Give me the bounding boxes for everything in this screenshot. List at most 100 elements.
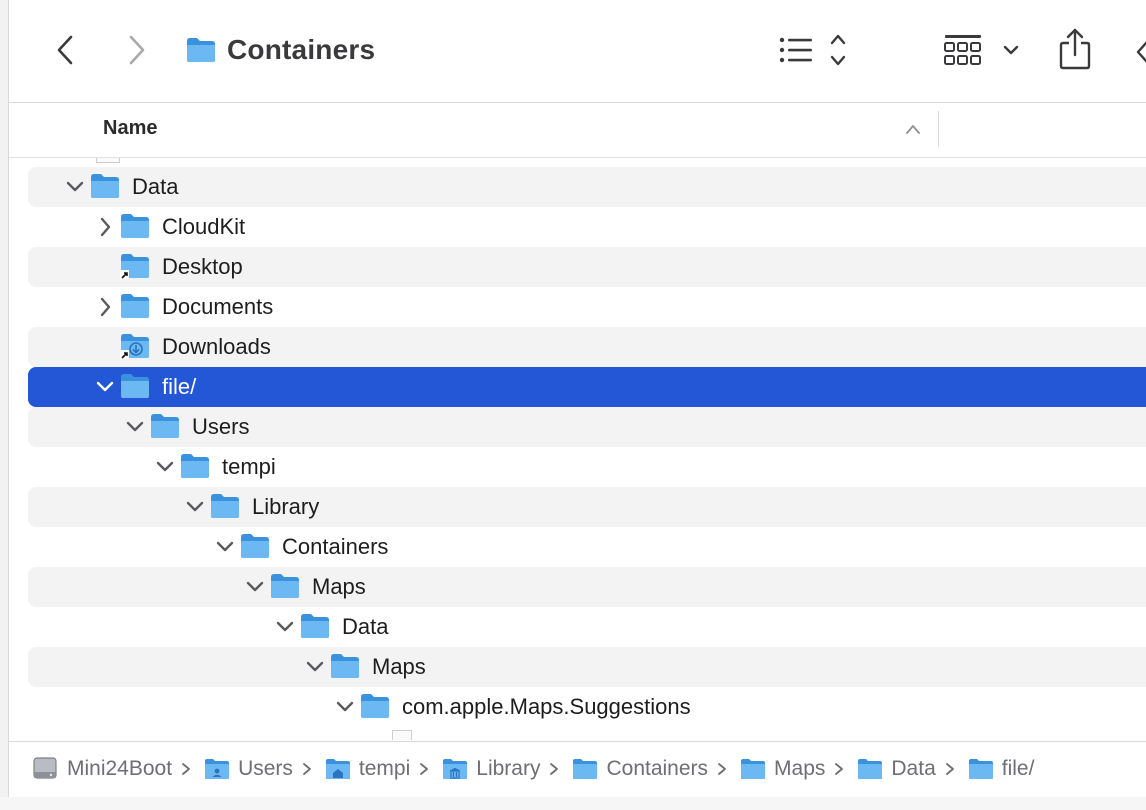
breadcrumb-separator-icon: [410, 762, 442, 776]
back-button[interactable]: [49, 30, 81, 70]
breadcrumb: Mini24Boot Users tempi Library Containers Map…: [31, 754, 1034, 784]
group-button[interactable]: [943, 28, 1023, 72]
folder-icon: [968, 758, 994, 780]
breadcrumb-separator-icon: [825, 762, 857, 776]
breadcrumb-item[interactable]: tempi: [325, 757, 410, 781]
disclosure-expanded-icon[interactable]: [276, 615, 294, 639]
folder-icon: [857, 758, 883, 780]
breadcrumb-item[interactable]: file/: [968, 757, 1035, 781]
tree-row-label: Data: [342, 614, 389, 639]
folder-icon: [360, 693, 390, 719]
toolbar: Containers: [9, 0, 1146, 103]
disclosure-expanded-icon[interactable]: [66, 175, 84, 199]
list-view-icon: [779, 34, 846, 66]
disclosure-expanded-icon[interactable]: [126, 415, 144, 439]
tree-row-label: Users: [192, 414, 250, 439]
disclosure-collapsed-icon[interactable]: [96, 215, 114, 239]
tree-row[interactable]: Maps: [28, 647, 1146, 687]
breadcrumb-separator-icon: [936, 762, 968, 776]
disclosure-expanded-icon[interactable]: [306, 655, 324, 679]
breadcrumb-label: Maps: [774, 757, 826, 780]
file-tree: Data CloudKit Desktop Documents Downloads fil…: [0, 158, 1146, 740]
tree-row-label: com.apple.Maps.Suggestions: [402, 694, 691, 719]
tree-row[interactable]: Users: [28, 407, 1146, 447]
breadcrumb-item[interactable]: Containers: [572, 757, 708, 781]
folder-alias-icon: [120, 253, 150, 279]
breadcrumb-separator-icon: [708, 762, 740, 776]
library-folder-icon: [442, 758, 468, 780]
tree-row-label: Downloads: [162, 334, 271, 359]
breadcrumb-label: Data: [891, 757, 936, 780]
tree-row[interactable]: CloudKit: [28, 207, 1146, 247]
tree-row[interactable]: Data: [28, 167, 1146, 207]
breadcrumb-separator-icon: [172, 762, 204, 776]
tree-row-label: Desktop: [162, 254, 243, 279]
breadcrumb-item[interactable]: Data: [857, 757, 936, 781]
toolbar-overflow-button[interactable]: [1127, 34, 1146, 70]
folder-icon: [270, 573, 300, 599]
tree-row-label: tempi: [222, 454, 276, 479]
share-button[interactable]: [1055, 24, 1095, 74]
tree-row[interactable]: Library: [28, 487, 1146, 527]
tree-row-label: CloudKit: [162, 214, 246, 239]
breadcrumb-label: Library: [476, 757, 541, 780]
partially-hidden-item: [392, 730, 412, 740]
path-bar: Mini24Boot Users tempi Library Containers Map…: [9, 741, 1146, 798]
tree-row-label: Documents: [162, 294, 274, 319]
view-options-button[interactable]: [777, 28, 861, 72]
disclosure-expanded-icon[interactable]: [96, 375, 114, 399]
tree-row[interactable]: file/: [28, 367, 1146, 407]
column-divider[interactable]: [938, 111, 939, 147]
breadcrumb-label: tempi: [358, 757, 411, 780]
tree-row-label: Data: [132, 174, 179, 199]
folder-icon: [150, 413, 180, 439]
folder-icon: [740, 758, 766, 780]
status-bar: [0, 797, 1146, 810]
tree-row[interactable]: Data: [28, 607, 1146, 647]
chevron-left-icon: [1136, 41, 1146, 63]
breadcrumb-label: Users: [238, 757, 293, 780]
breadcrumb-item[interactable]: Users: [204, 757, 293, 781]
disclosure-expanded-icon[interactable]: [246, 575, 264, 599]
chevron-right-icon: [129, 35, 145, 65]
tree-row[interactable]: Maps: [28, 567, 1146, 607]
folder-icon: [120, 373, 150, 399]
window-title: Containers: [227, 34, 376, 65]
folder-icon: [300, 613, 330, 639]
folder-icon: [90, 173, 120, 199]
chevron-left-icon: [57, 35, 73, 65]
breadcrumb-item[interactable]: Mini24Boot: [31, 756, 172, 782]
disclosure-expanded-icon[interactable]: [336, 695, 354, 719]
column-header: Name: [9, 103, 1146, 158]
hard-drive-icon: [31, 756, 59, 782]
tree-row-label: Containers: [282, 534, 389, 559]
breadcrumb-separator-icon: [540, 762, 572, 776]
disclosure-collapsed-icon[interactable]: [96, 295, 114, 319]
folder-icon: [187, 38, 215, 62]
grid-view-icon: [944, 35, 1019, 65]
window-title-area: Containers: [185, 28, 375, 72]
folder-icon: [572, 758, 598, 780]
tree-row[interactable]: Downloads: [28, 327, 1146, 367]
disclosure-expanded-icon[interactable]: [186, 495, 204, 519]
disclosure-expanded-icon[interactable]: [156, 455, 174, 479]
tree-row[interactable]: tempi: [28, 447, 1146, 487]
tree-row-label: Maps: [312, 574, 366, 599]
sort-ascending-icon[interactable]: [905, 123, 921, 135]
tree-row[interactable]: com.apple.Maps.Suggestions: [28, 687, 1146, 727]
tree-row[interactable]: Containers: [28, 527, 1146, 567]
breadcrumb-label: Mini24Boot: [67, 757, 173, 780]
tree-row[interactable]: Desktop: [28, 247, 1146, 287]
disclosure-expanded-icon[interactable]: [216, 535, 234, 559]
breadcrumb-label: file/: [1001, 757, 1035, 780]
breadcrumb-label: Containers: [606, 757, 709, 780]
partially-hidden-item: [96, 158, 120, 163]
folder-icon: [120, 213, 150, 239]
breadcrumb-item[interactable]: Library: [442, 757, 540, 781]
breadcrumb-item[interactable]: Maps: [740, 757, 825, 781]
forward-button[interactable]: [121, 30, 153, 70]
downloads-folder-alias-icon: [120, 333, 150, 359]
tree-row[interactable]: Documents: [28, 287, 1146, 327]
folder-icon: [240, 533, 270, 559]
name-column-header[interactable]: Name: [103, 117, 157, 140]
